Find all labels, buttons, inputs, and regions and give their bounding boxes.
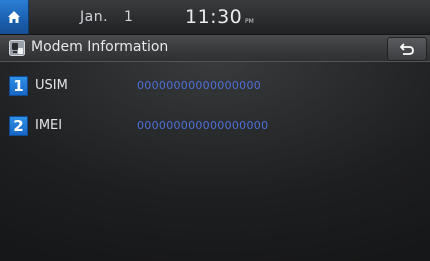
date-month: Jan. xyxy=(80,9,109,25)
row-number-badge: 2 xyxy=(9,116,28,136)
status-time: 11:30 xyxy=(185,6,243,28)
status-bar: Jan. 1 11:30 PM xyxy=(0,0,430,35)
row-number-badge: 1 xyxy=(9,76,28,96)
imei-label: IMEI xyxy=(35,118,63,133)
info-row-imei: 2 IMEI 000000000000000000 xyxy=(9,116,429,136)
title-bar: Modem Information xyxy=(0,35,430,62)
modem-info-icon xyxy=(9,40,25,56)
back-button[interactable] xyxy=(387,37,427,61)
status-ampm: PM xyxy=(245,18,254,25)
screen: Jan. 1 11:30 PM Modem Information 1 USIM … xyxy=(0,0,430,261)
home-button[interactable] xyxy=(0,0,29,34)
home-icon xyxy=(8,11,20,23)
info-row-usim: 1 USIM 00000000000000000 xyxy=(9,76,429,96)
page-title: Modem Information xyxy=(31,39,169,55)
status-date: Jan. 1 xyxy=(80,9,133,25)
back-arrow-icon xyxy=(400,43,414,55)
imei-value: 000000000000000000 xyxy=(137,119,269,132)
usim-label: USIM xyxy=(35,78,68,93)
usim-value: 00000000000000000 xyxy=(137,79,262,92)
date-day: 1 xyxy=(124,9,134,25)
